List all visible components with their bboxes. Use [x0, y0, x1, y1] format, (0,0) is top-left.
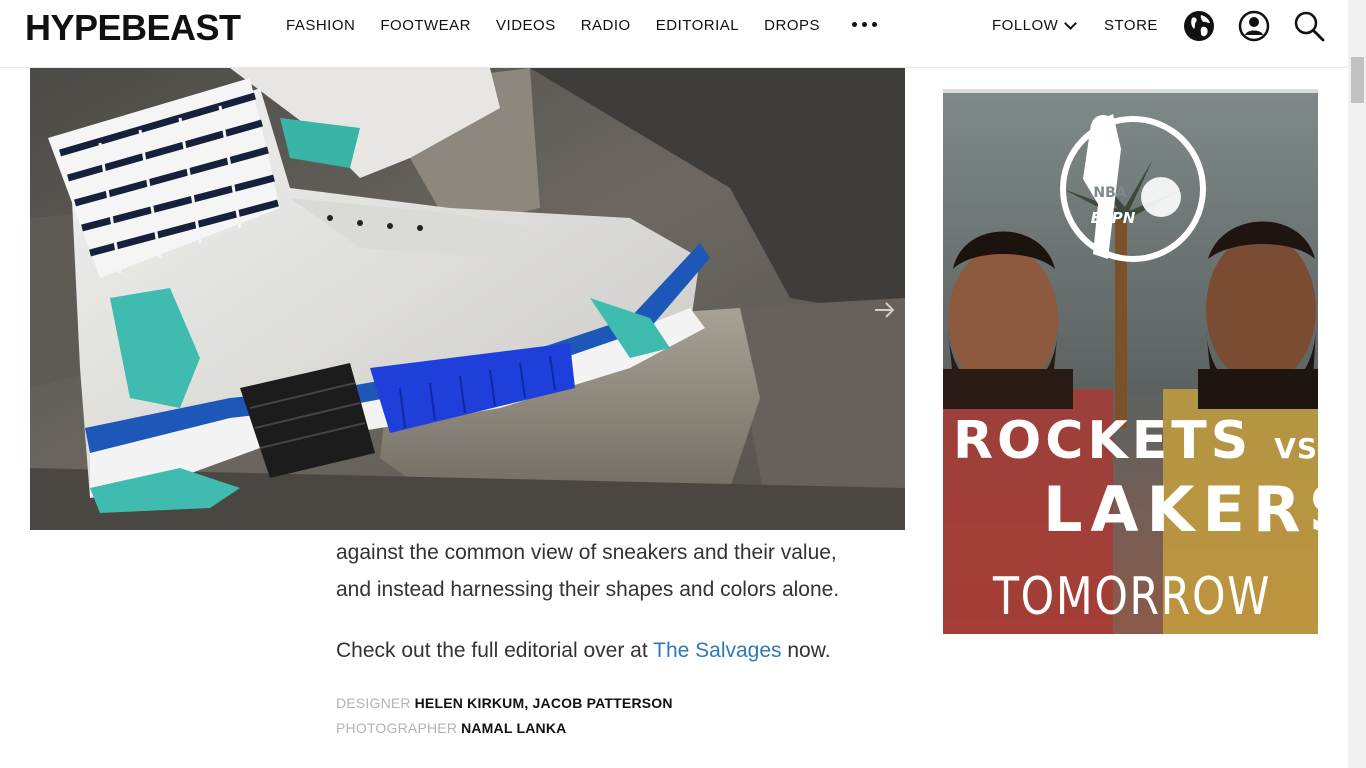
store-link[interactable]: STORE	[1104, 17, 1158, 34]
hero-image	[30, 68, 905, 530]
ad-headline-tomorrow: TOMORROW	[993, 567, 1272, 627]
paragraph-text: Check out the full editorial over at	[336, 639, 654, 662]
ad-top-border	[943, 89, 1318, 93]
article-paragraph: against the common view of sneakers and …	[336, 534, 896, 608]
credit-value[interactable]: NAMAL LANKA	[461, 720, 566, 736]
rockets-text: ROCKETS	[953, 411, 1253, 471]
globe-icon[interactable]	[1183, 10, 1215, 42]
advertisement-banner[interactable]: NBA ESPN ROCKETS VS LAKERS TOMORROW	[943, 89, 1318, 634]
main-nav: FASHION FOOTWEAR VIDEOS RADIO EDITORIAL …	[286, 17, 820, 35]
article-body: against the common view of sneakers and …	[336, 534, 896, 741]
ad-headline-rockets: ROCKETS VS	[953, 411, 1318, 471]
article-credits: DESIGNER HELEN KIRKUM, JACOB PATTERSON P…	[336, 691, 896, 741]
paragraph-text: now.	[781, 639, 831, 662]
credit-designer: DESIGNER HELEN KIRKUM, JACOB PATTERSON	[336, 691, 896, 716]
sneaker-photo	[30, 68, 905, 530]
paragraph-line: and instead harnessing their shapes and …	[336, 578, 840, 601]
nav-editorial[interactable]: EDITORIAL	[656, 17, 739, 35]
credit-label: DESIGNER	[336, 695, 411, 711]
the-salvages-link[interactable]: The Salvages	[653, 639, 781, 662]
espn-label: ESPN	[1090, 209, 1136, 227]
site-header: HYPEBEAST FASHION FOOTWEAR VIDEOS RADIO …	[0, 0, 1348, 68]
nav-drops[interactable]: DROPS	[764, 17, 820, 35]
nav-fashion[interactable]: FASHION	[286, 17, 355, 35]
nav-radio[interactable]: RADIO	[581, 17, 631, 35]
user-account-icon[interactable]	[1238, 10, 1270, 42]
credit-value[interactable]: HELEN KIRKUM, JACOB PATTERSON	[415, 695, 673, 711]
search-icon[interactable]	[1293, 10, 1325, 42]
ad-headline-lakers: LAKERS	[1043, 473, 1318, 546]
credit-photographer: PHOTOGRAPHER NAMAL LANKA	[336, 716, 896, 741]
follow-dropdown[interactable]: FOLLOW	[992, 16, 1078, 34]
paragraph-line: against the common view of sneakers and …	[336, 541, 837, 564]
follow-label: FOLLOW	[992, 17, 1059, 34]
nav-videos[interactable]: VIDEOS	[496, 17, 556, 35]
site-logo[interactable]: HYPEBEAST	[25, 7, 241, 49]
credit-label: PHOTOGRAPHER	[336, 720, 458, 736]
more-menu-icon[interactable]	[852, 22, 877, 27]
nav-footwear[interactable]: FOOTWEAR	[380, 17, 471, 35]
page-scrollbar[interactable]	[1348, 0, 1366, 768]
scrollbar-thumb[interactable]	[1351, 57, 1364, 103]
vs-text: VS	[1274, 432, 1318, 465]
ad-artwork	[943, 89, 1318, 634]
article-paragraph-source: Check out the full editorial over at The…	[336, 632, 896, 669]
nba-badge: NBA	[1093, 185, 1127, 201]
chevron-down-icon	[1064, 16, 1078, 30]
carousel-next-arrow-icon[interactable]	[873, 300, 897, 320]
